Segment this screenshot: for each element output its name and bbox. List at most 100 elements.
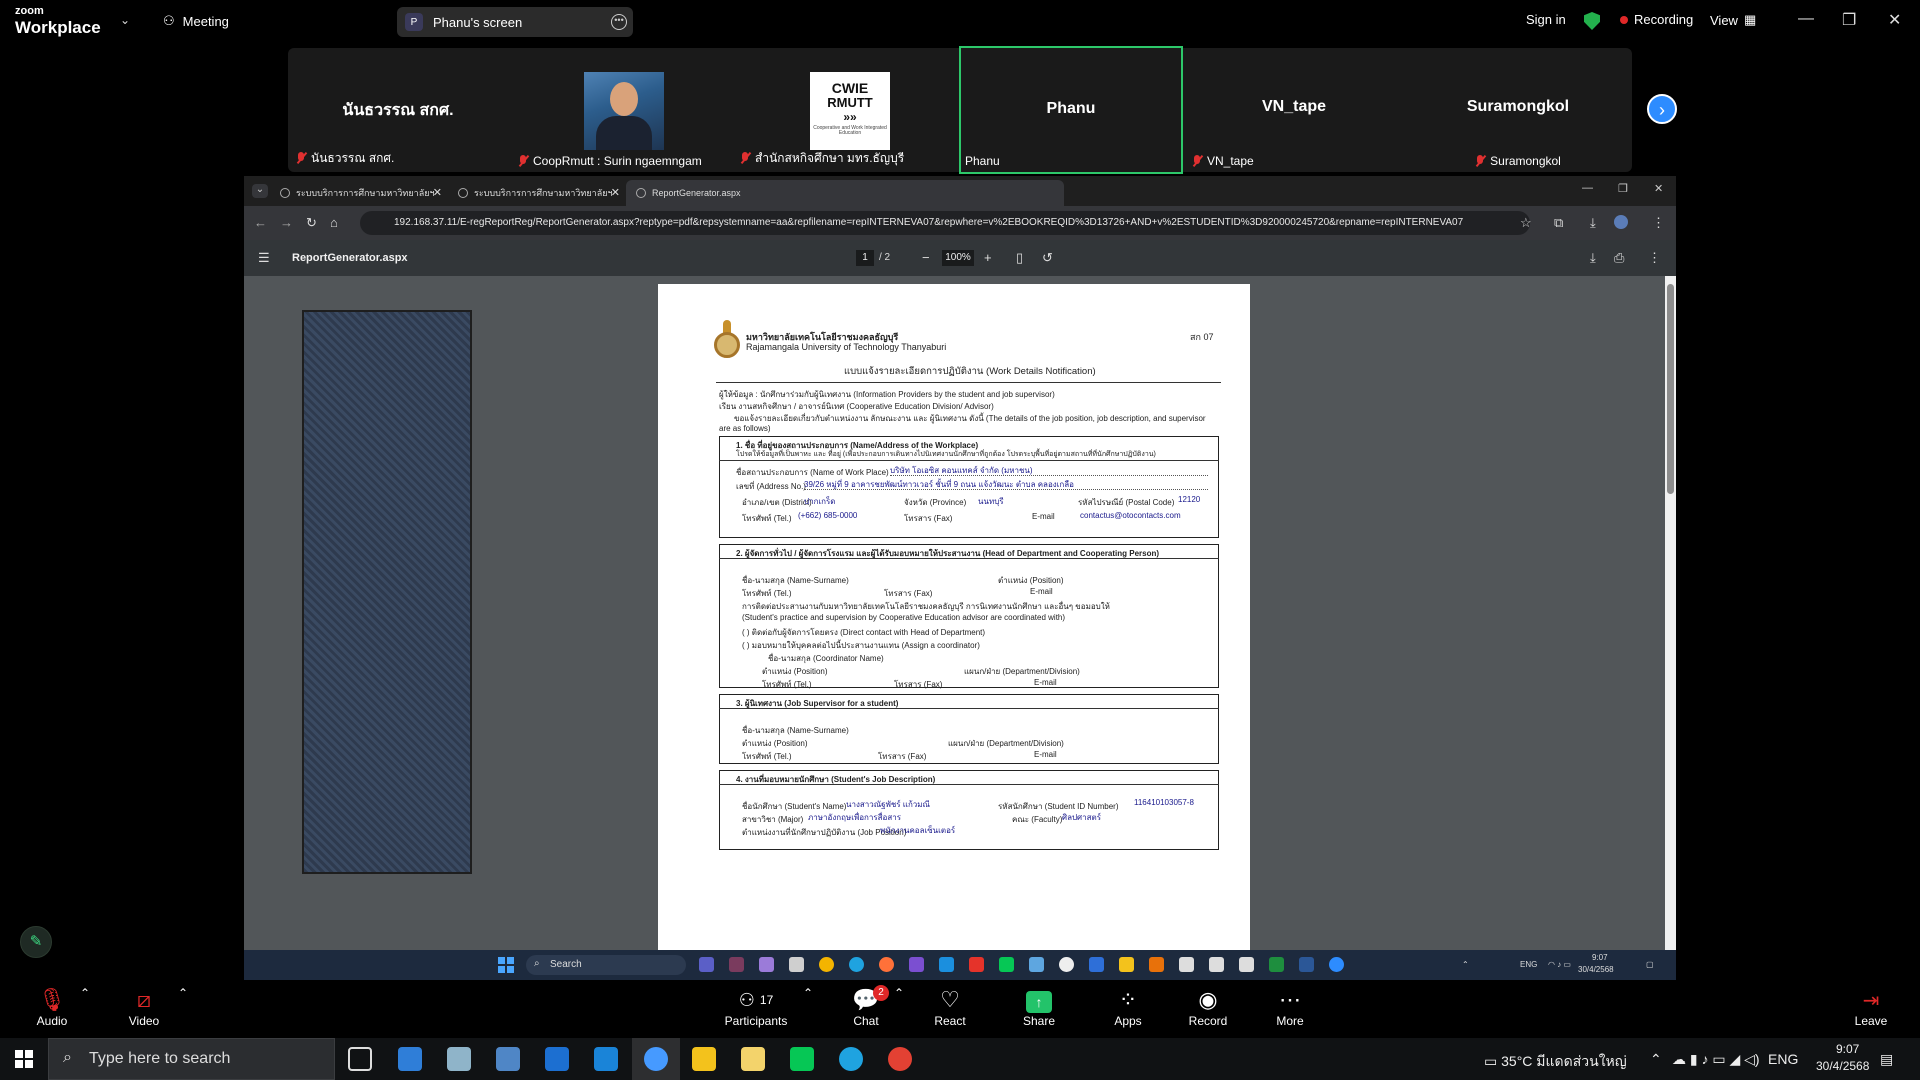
rotate-icon[interactable]: ↺	[1042, 250, 1053, 266]
annotate-pen-icon[interactable]: ✎	[20, 926, 52, 958]
video-button[interactable]: ⧄ Video	[109, 986, 179, 1028]
weather-widget[interactable]: ▭ 35°C มีแดดส่วนใหญ่	[1484, 1051, 1627, 1073]
bookmark-star-icon[interactable]: ☆	[1520, 215, 1532, 231]
mail-icon[interactable]	[594, 1047, 618, 1071]
extensions-icon[interactable]: ⧉	[1554, 215, 1563, 231]
record-button[interactable]: ◉ Record	[1173, 986, 1243, 1028]
pdf-scrollbar[interactable]	[1665, 276, 1676, 950]
notifications-icon[interactable]: ▤	[1880, 1051, 1893, 1068]
tray-icons[interactable]: ☁ ▮ ♪ ▭ ◢ ◁)	[1672, 1051, 1760, 1068]
teams-icon[interactable]	[699, 957, 714, 972]
minimize-icon[interactable]: —	[1798, 10, 1814, 28]
chevron-down-icon[interactable]: ⌄	[120, 13, 130, 27]
wifi-icon[interactable]: ◠ ♪ ▭	[1548, 960, 1571, 969]
profile-avatar[interactable]	[1614, 215, 1628, 229]
chrome-icon[interactable]	[888, 1047, 912, 1071]
view-button[interactable]: View ▦	[1710, 12, 1756, 28]
edge-icon[interactable]	[849, 957, 864, 972]
app-icon[interactable]	[969, 957, 984, 972]
language-indicator[interactable]: ENG	[1520, 960, 1537, 969]
tray-chevron-icon[interactable]: ⌃	[1462, 960, 1469, 969]
chat-button[interactable]: 💬 2 Chat	[831, 985, 901, 1028]
tab-close-icon[interactable]: ✕	[611, 186, 620, 199]
app-icon[interactable]	[447, 1047, 471, 1071]
edge-icon[interactable]	[839, 1047, 863, 1071]
page-number-input[interactable]: 1	[856, 250, 874, 266]
forward-arrow-icon[interactable]: →	[280, 215, 293, 230]
back-arrow-icon[interactable]: ←	[254, 215, 267, 230]
windows-start-icon[interactable]	[498, 957, 514, 973]
home-icon[interactable]: ⌂	[330, 215, 338, 230]
notifications-icon[interactable]: ▢	[1646, 960, 1654, 969]
url-field[interactable]: 192.168.37.11/E-regReportReg/ReportGener…	[360, 211, 1530, 235]
file-explorer-icon[interactable]	[692, 1047, 716, 1071]
participant-tile-active[interactable]: Phanu Phanu	[959, 46, 1183, 174]
zoom-icon[interactable]	[632, 1038, 680, 1080]
tab-search-icon[interactable]: ⌄	[252, 184, 268, 198]
zoom-icon[interactable]	[1329, 957, 1344, 972]
share-button[interactable]: ↑ Share	[1004, 986, 1074, 1028]
app-icon[interactable]	[1029, 957, 1044, 972]
zoom-out-icon[interactable]: −	[922, 250, 930, 265]
app-icon[interactable]	[1059, 957, 1074, 972]
close-icon[interactable]: ✕	[1888, 10, 1901, 30]
page-thumbnail-sidebar[interactable]	[302, 310, 472, 874]
line-icon[interactable]	[999, 957, 1014, 972]
app-icon[interactable]	[1089, 957, 1104, 972]
participants-caret-icon[interactable]: ⌃	[803, 986, 813, 1000]
tab-close-icon[interactable]: ✕	[433, 186, 442, 199]
more-button[interactable]: ⋯ More	[1255, 986, 1325, 1028]
taskbar-search-box[interactable]: ⌕ Type here to search	[48, 1038, 335, 1080]
security-shield-icon[interactable]	[1584, 12, 1600, 30]
tray-chevron-icon[interactable]: ⌃	[1650, 1051, 1662, 1068]
visual-studio-icon[interactable]	[909, 957, 924, 972]
participants-button[interactable]: ⚇ 17 Participants	[721, 986, 791, 1028]
app-icon[interactable]	[1209, 957, 1224, 972]
participant-tile[interactable]: VN_tape VN_tape	[1184, 48, 1404, 172]
participant-tile[interactable]: นันธวรรณ สกศ. นันธวรรณ สกศ.	[288, 48, 508, 172]
chat-caret-icon[interactable]: ⌃	[894, 986, 904, 1000]
hamburger-menu-icon[interactable]: ☰	[258, 250, 270, 266]
more-options-icon[interactable]: ⋮	[1648, 250, 1661, 266]
meeting-info-button[interactable]: ⚇ Meeting	[163, 13, 229, 29]
screen-share-pill[interactable]: P Phanu's screen •••	[397, 7, 633, 37]
audio-options-caret-icon[interactable]: ⌃	[80, 986, 90, 1000]
menu-kebab-icon[interactable]: ⋮	[1652, 215, 1665, 231]
app-icon[interactable]	[789, 957, 804, 972]
store-icon[interactable]	[545, 1047, 569, 1071]
file-explorer-icon[interactable]	[1119, 957, 1134, 972]
minimize-icon[interactable]: —	[1582, 182, 1593, 194]
sticky-notes-icon[interactable]	[741, 1047, 765, 1071]
download-icon[interactable]: ⤓	[1590, 250, 1596, 266]
scrollbar-thumb[interactable]	[1667, 284, 1674, 494]
print-icon[interactable]: ⎙	[1614, 250, 1624, 266]
app-icon[interactable]	[1149, 957, 1164, 972]
gallery-next-arrow-icon[interactable]: ›	[1647, 94, 1677, 124]
browser-tab[interactable]: ระบบบริการการศึกษามหาวิทยาลัยฯ ✕	[270, 180, 448, 206]
app-icon[interactable]	[1269, 957, 1284, 972]
task-view-icon[interactable]	[348, 1047, 372, 1071]
audio-button[interactable]: 🎙 Audio	[17, 986, 87, 1028]
browser-tab-active[interactable]: ReportGenerator.aspx	[626, 180, 1064, 206]
react-button[interactable]: ♡ React	[915, 986, 985, 1028]
chrome-icon[interactable]	[819, 957, 834, 972]
participant-tile[interactable]: Suramongkol Suramongkol	[1408, 48, 1628, 172]
close-icon[interactable]: ✕	[1654, 182, 1663, 195]
app-icon[interactable]	[398, 1047, 422, 1071]
app-icon[interactable]	[1239, 957, 1254, 972]
restore-icon[interactable]: ❐	[1618, 182, 1628, 195]
restore-icon[interactable]: ❐	[1842, 10, 1856, 30]
video-options-caret-icon[interactable]: ⌃	[178, 986, 188, 1000]
firefox-icon[interactable]	[879, 957, 894, 972]
more-options-icon[interactable]: •••	[611, 14, 627, 30]
fit-page-icon[interactable]: ▯	[1016, 250, 1023, 266]
downloads-icon[interactable]: ⤓	[1590, 215, 1596, 231]
windows-start-icon[interactable]	[15, 1050, 33, 1068]
word-icon[interactable]	[1299, 957, 1314, 972]
zoom-in-icon[interactable]: +	[984, 250, 992, 265]
line-icon[interactable]	[790, 1047, 814, 1071]
app-icon[interactable]	[729, 957, 744, 972]
reload-icon[interactable]: ↻	[306, 215, 317, 231]
app-icon[interactable]	[759, 957, 774, 972]
zoom-level-input[interactable]: 100%	[942, 250, 974, 266]
